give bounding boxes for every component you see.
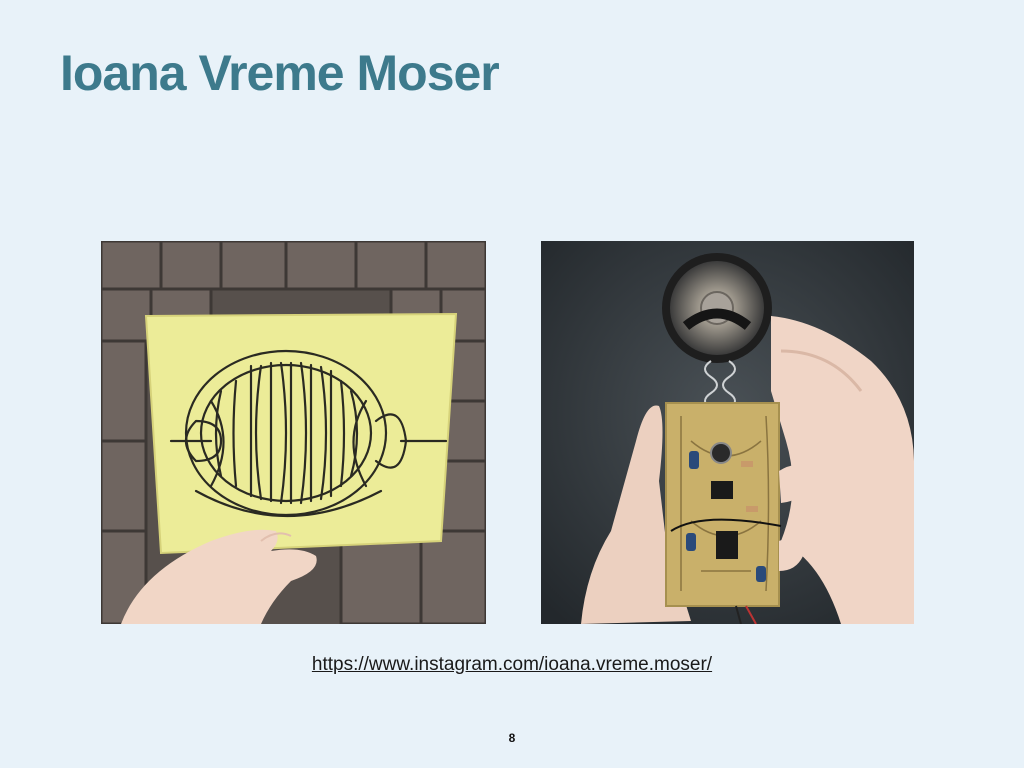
photo-etched-board	[101, 241, 486, 624]
instagram-link[interactable]: https://www.instagram.com/ioana.vreme.mo…	[0, 654, 1024, 676]
page-number: 8	[508, 731, 516, 745]
photo-circuit-speaker	[541, 241, 914, 624]
slide-title: Ioana Vreme Moser	[60, 45, 500, 101]
